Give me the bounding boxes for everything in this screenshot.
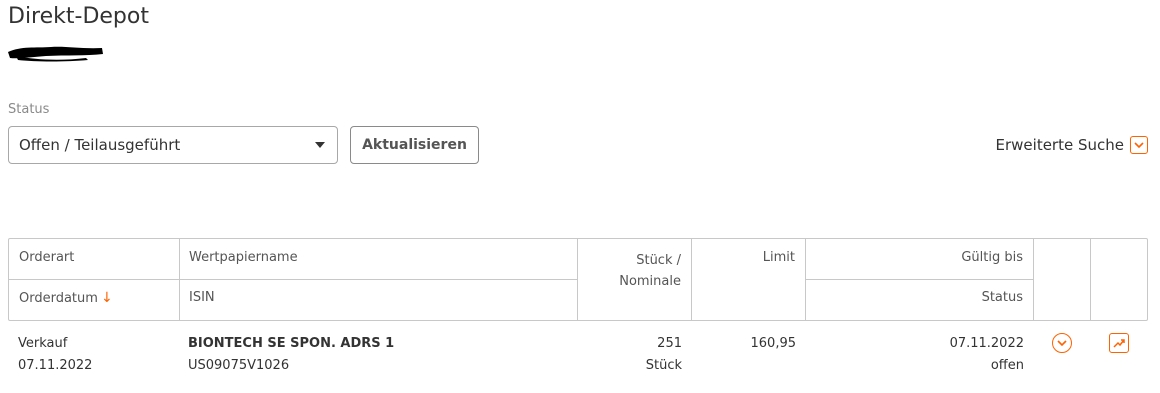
header-stueck-line1: Stück / <box>636 253 681 268</box>
chevron-down-icon[interactable] <box>1052 333 1072 353</box>
header-stueck: Stück / Nominale <box>577 250 681 292</box>
header-orderart: Orderart <box>19 250 75 265</box>
quantity-unit: Stück <box>645 358 682 373</box>
caret-down-icon <box>315 142 325 148</box>
row-divider <box>805 279 1033 280</box>
column-divider <box>1090 239 1091 320</box>
status-label: Status <box>8 102 50 117</box>
row-limit-cell: 160,95 <box>690 333 797 355</box>
advanced-search-toggle[interactable]: Erweiterte Suche <box>996 136 1148 154</box>
header-wertpapiername: Wertpapiername <box>189 250 298 265</box>
sort-down-icon: ↓ <box>100 290 113 306</box>
header-stueck-line2: Nominale <box>619 274 681 289</box>
order-status: offen <box>990 358 1024 373</box>
valid-until: 07.11.2022 <box>949 336 1024 351</box>
header-orderdatum-label: Orderdatum <box>19 291 98 306</box>
chevron-down-icon[interactable] <box>1130 136 1148 154</box>
column-divider <box>1033 239 1034 320</box>
row-security-cell: BIONTECH SE SPON. ADRS 1 US09075V1026 <box>188 333 394 377</box>
header-orderdatum[interactable]: Orderdatum ↓ <box>19 290 113 306</box>
header-status: Status <box>981 290 1023 305</box>
order-type: Verkauf <box>18 336 68 351</box>
redacted-account-scribble <box>8 46 103 62</box>
header-limit: Limit <box>762 250 795 265</box>
row-validity-cell: 07.11.2022 offen <box>804 333 1024 377</box>
security-isin: US09075V1026 <box>188 358 290 373</box>
security-name[interactable]: BIONTECH SE SPON. ADRS 1 <box>188 333 394 355</box>
status-select-value: Offen / Teilausgeführt <box>19 136 181 154</box>
page-title: Direkt-Depot <box>8 4 149 29</box>
status-select[interactable]: Offen / Teilausgeführt <box>8 126 338 164</box>
limit-value: 160,95 <box>750 336 797 351</box>
trend-up-icon[interactable] <box>1109 333 1129 353</box>
row-quantity-cell: 251 Stück <box>576 333 682 377</box>
quantity-value: 251 <box>657 336 682 351</box>
order-date: 07.11.2022 <box>18 358 93 373</box>
row-orderart-cell: Verkauf 07.11.2022 <box>18 333 92 377</box>
row-divider <box>9 279 577 280</box>
orders-table: Orderart Orderdatum ↓ Wertpapiername ISIN… <box>8 238 1148 321</box>
header-isin: ISIN <box>189 290 215 305</box>
header-gueltig-bis: Gültig bis <box>961 250 1023 265</box>
refresh-button[interactable]: Aktualisieren <box>350 126 479 164</box>
advanced-search-label: Erweiterte Suche <box>995 136 1124 154</box>
